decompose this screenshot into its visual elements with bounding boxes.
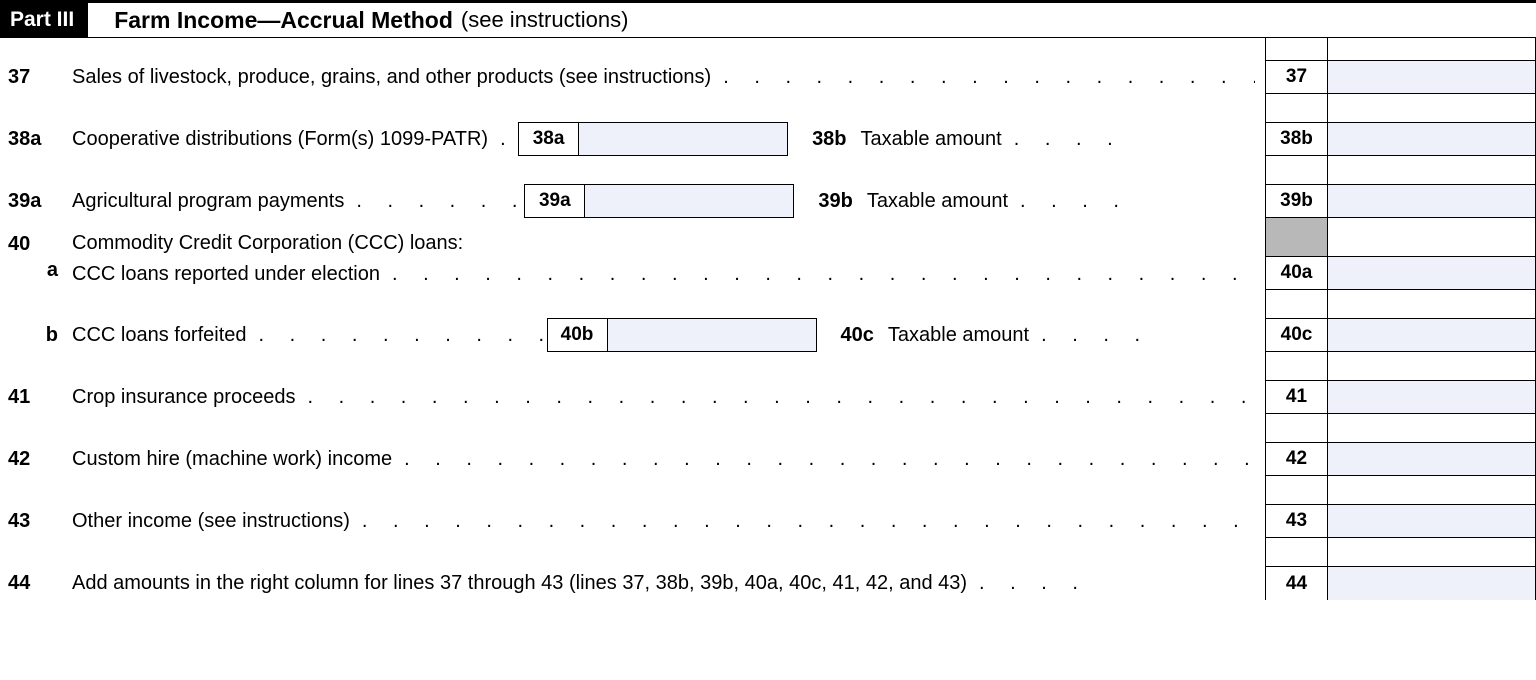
section-header: Part III Farm Income—Accrual Method (see… <box>0 0 1536 38</box>
line-39a-text: Agricultural program payments <box>72 190 344 213</box>
line-38a-number: 38a <box>0 122 72 156</box>
right-spacer <box>1265 38 1536 60</box>
spacer <box>0 38 72 60</box>
line-40c-input[interactable] <box>1328 318 1536 352</box>
line-38a-mid-label: 38a <box>518 122 578 156</box>
line-41-input[interactable] <box>1328 380 1536 414</box>
line-40b-number: b <box>0 318 72 352</box>
line-39a-mid-label: 39a <box>524 184 584 218</box>
line-40a-box-label: 40a <box>1266 256 1328 290</box>
line-42-input[interactable] <box>1328 442 1536 476</box>
line-38b-text: Taxable amount <box>861 128 1002 151</box>
line-40b-mid-label: 40b <box>547 318 607 352</box>
line-39b-box-label: 39b <box>1266 184 1328 218</box>
line-38a-text: Cooperative distributions (Form(s) 1099-… <box>72 128 488 151</box>
dot-leader: . <box>488 128 518 151</box>
dot-leader: . . . . . . . . . . . . . . . . . . . . … <box>711 66 1255 89</box>
line-37-box-label: 37 <box>1266 60 1328 94</box>
line-39b-input[interactable] <box>1328 184 1536 218</box>
line-44-input[interactable] <box>1328 566 1536 600</box>
spacer <box>72 38 1265 60</box>
line-44-number: 44 <box>0 566 72 600</box>
line-38b-box-label: 38b <box>1266 122 1328 156</box>
line-43-input[interactable] <box>1328 504 1536 538</box>
line-40c-box-label: 40c <box>1266 318 1328 352</box>
section-subtitle: (see instructions) <box>461 7 629 33</box>
line-41-desc: Crop insurance proceeds . . . . . . . . … <box>72 380 1265 414</box>
line-40-number: 40 <box>8 233 64 256</box>
line-37-desc: Sales of livestock, produce, grains, and… <box>72 60 1265 94</box>
line-43-text: Other income (see instructions) <box>72 510 350 533</box>
dot-leader: . . . . <box>1029 324 1255 347</box>
line-37-text: Sales of livestock, produce, grains, and… <box>72 66 711 89</box>
dot-leader: . . . . <box>1008 190 1255 213</box>
line-42-number: 42 <box>0 442 72 476</box>
line-40b-text: CCC loans forfeited <box>72 324 247 347</box>
dot-leader: . . . . . . . . . . . . . . . . . . . . … <box>380 263 1255 286</box>
line-40c-label: 40c <box>841 324 874 347</box>
line-41-number: 41 <box>0 380 72 414</box>
dot-leader: . . . . . . . . . . . . . . . . . . . . … <box>392 448 1255 471</box>
line-44-text: Add amounts in the right column for line… <box>72 572 967 595</box>
line-40c-text: Taxable amount <box>888 324 1029 347</box>
line-37-input[interactable] <box>1328 60 1536 94</box>
line-44-box-label: 44 <box>1266 566 1328 600</box>
line-42-text: Custom hire (machine work) income <box>72 448 392 471</box>
form-body: 37 Sales of livestock, produce, grains, … <box>0 38 1536 600</box>
dot-leader: . . . . <box>1002 128 1255 151</box>
line-40b-desc: CCC loans forfeited . . . . . . . . . . … <box>72 318 1265 352</box>
dot-leader: . . . . . . . . . . . . . . . . . . . . … <box>350 510 1255 533</box>
line-40b-mid-input[interactable] <box>607 318 817 352</box>
dot-leader: . . . . <box>967 572 1255 595</box>
line-38a-mid-input[interactable] <box>578 122 788 156</box>
line-41-box-label: 41 <box>1266 380 1328 414</box>
line-44-desc: Add amounts in the right column for line… <box>72 566 1265 600</box>
line-40a-input[interactable] <box>1328 256 1536 290</box>
part-badge: Part III <box>0 2 88 38</box>
line-39b-text: Taxable amount <box>867 190 1008 213</box>
line-39a-number: 39a <box>0 184 72 218</box>
line-43-box-label: 43 <box>1266 504 1328 538</box>
line-41-text: Crop insurance proceeds <box>72 386 295 409</box>
section-title: Farm Income—Accrual Method <box>114 7 453 34</box>
dot-leader: . . . . . . . . . . . . . . . . . . . . … <box>344 190 524 213</box>
line-43-number: 43 <box>0 504 72 538</box>
dot-leader: . . . . . . . . . . . . . . . . . . . . … <box>247 324 547 347</box>
line-40a-text: CCC loans reported under election <box>72 263 380 286</box>
line-39b-label: 39b <box>818 190 852 213</box>
dot-leader: . . . . . . . . . . . . . . . . . . . . … <box>295 386 1255 409</box>
line-38b-label: 38b <box>812 128 846 151</box>
line-39a-mid-input[interactable] <box>584 184 794 218</box>
line-42-box-label: 42 <box>1266 442 1328 476</box>
line-38b-input[interactable] <box>1328 122 1536 156</box>
line-42-desc: Custom hire (machine work) income . . . … <box>72 442 1265 476</box>
line-39a-desc: Agricultural program payments . . . . . … <box>72 184 1265 218</box>
line-37-number: 37 <box>0 60 72 94</box>
line-40-shaded-box <box>1266 218 1328 256</box>
line-38a-desc: Cooperative distributions (Form(s) 1099-… <box>72 122 1265 156</box>
line-40a-number: a <box>8 256 64 286</box>
line-43-desc: Other income (see instructions) . . . . … <box>72 504 1265 538</box>
line-40-text: Commodity Credit Corporation (CCC) loans… <box>72 228 1255 259</box>
